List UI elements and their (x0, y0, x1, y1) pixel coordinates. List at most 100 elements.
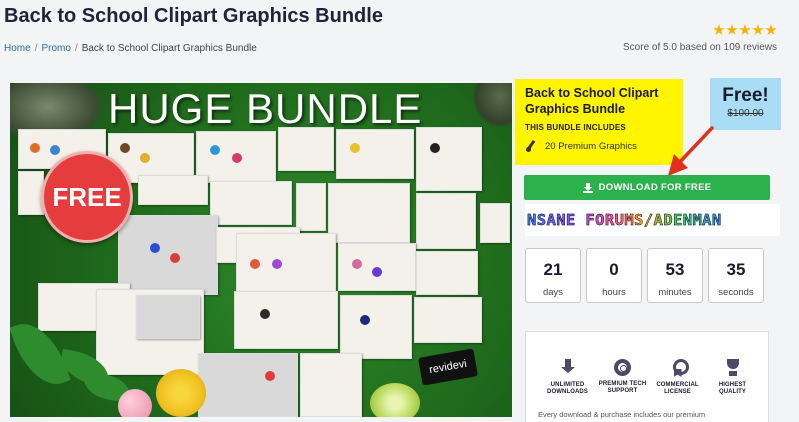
clipart-dot (50, 145, 60, 155)
star-rating (623, 24, 777, 36)
countdown-unit: seconds (718, 287, 754, 298)
preview-tile (300, 353, 362, 417)
bundle-includes-label: THIS BUNDLE INCLUDES (525, 123, 626, 132)
countdown-value: 53 (665, 260, 685, 279)
clipart-dot (372, 267, 382, 277)
bundle-count-text: 20 Premium Graphics (545, 140, 637, 152)
clipart-dot (210, 145, 220, 155)
license-ribbon-icon (669, 359, 689, 377)
lime-decoration (370, 383, 420, 417)
download-button-label: DOWNLOAD FOR FREE (598, 182, 712, 193)
countdown-value: 35 (726, 260, 746, 279)
preview-tile (480, 203, 510, 243)
features-panel: UNLIMITED DOWNLOADS PREMIUM TECH SUPPORT C… (525, 331, 769, 422)
preview-tile (414, 297, 482, 343)
countdown-unit: hours (602, 287, 626, 298)
clipart-dot (350, 143, 360, 153)
price-original: $100.00 (727, 108, 764, 119)
star-icon (752, 24, 764, 35)
preview-tile (234, 291, 338, 349)
pearl-decoration (118, 389, 152, 417)
clipart-dot (250, 259, 260, 269)
rating-summary: Score of 5.0 based on 109 reviews (623, 42, 777, 53)
preview-tile (336, 129, 414, 179)
feature-commercial-license: COMMERCIAL LICENSE (651, 359, 705, 396)
preview-tile (136, 295, 200, 339)
feature-label: SUPPORT (607, 388, 638, 394)
preview-tile (18, 171, 44, 215)
bundle-info-panel: Back to School Clipart Graphics Bundle T… (515, 79, 683, 165)
preview-tile (198, 353, 298, 417)
star-icon (713, 24, 725, 35)
breadcrumb-current: Back to School Clipart Graphics Bundle (81, 43, 257, 54)
hero-headline: HUGE BUNDLE (108, 85, 423, 132)
clipart-dot (430, 143, 440, 153)
feature-label: QUALITY (718, 389, 747, 395)
feature-label: DOWNLOADS (547, 389, 588, 395)
preview-tile (416, 251, 478, 295)
countdown-value: 21 (543, 260, 563, 279)
clipart-dot (260, 309, 270, 319)
clipart-dot (150, 243, 160, 253)
clipart-dot (170, 253, 180, 263)
preview-tile (296, 183, 326, 231)
feature-label: LICENSE (664, 389, 691, 395)
paintbrush-icon (525, 140, 539, 152)
download-icon (559, 359, 577, 377)
product-image[interactable]: HUGE BUNDLE FREE revidevi (10, 83, 512, 417)
countdown-minutes: 53 minutes (647, 248, 703, 303)
countdown-unit: minutes (658, 287, 692, 298)
watermark-banner: NSANE FORUMS/ADENMAN (525, 204, 780, 236)
feature-label: COMMERCIAL (656, 382, 699, 388)
page-title: Back to School Clipart Graphics Bundle (4, 5, 383, 27)
preview-tile (416, 193, 476, 249)
breadcrumb-home-link[interactable]: Home (4, 43, 31, 54)
star-icon (726, 24, 738, 35)
trophy-icon (724, 359, 742, 377)
rating: Score of 5.0 based on 109 reviews (623, 24, 777, 53)
preview-tile (118, 215, 218, 295)
preview-tile (210, 181, 292, 225)
feature-label: HIGHEST (718, 382, 747, 388)
feature-highest-quality: HIGHEST QUALITY (706, 359, 760, 396)
countdown-unit: days (542, 287, 564, 298)
countdown-seconds: 35 seconds (708, 248, 764, 303)
feature-label: UNLIMITED (550, 382, 585, 388)
flower-decoration (156, 369, 206, 417)
bundle-count: 20 Premium Graphics (525, 140, 673, 152)
preview-tile (416, 127, 482, 191)
clipart-dot (265, 371, 275, 381)
preview-tile (278, 127, 334, 171)
feature-unlimited-downloads: UNLIMITED DOWNLOADS (541, 359, 595, 396)
download-button[interactable]: DOWNLOAD FOR FREE (524, 175, 770, 200)
download-icon (582, 182, 593, 193)
clipart-dot (140, 153, 150, 163)
preview-tile (340, 295, 412, 359)
breadcrumb: Home / Promo / Back to School Clipart Graphi… (4, 43, 257, 54)
countdown-hours: 0 hours (586, 248, 642, 303)
lifebuoy-icon (614, 359, 631, 376)
price-current: Free! (722, 85, 769, 106)
countdown-timer: 21 days 0 hours 53 minutes 35 seconds (525, 248, 764, 303)
watermark-text: NSANE FORUMS/ADENMAN (527, 211, 722, 230)
clipart-dot (352, 259, 362, 269)
feature-label: PREMIUM TECH (598, 381, 647, 387)
breadcrumb-separator: / (34, 43, 38, 54)
feature-premium-support: PREMIUM TECH SUPPORT (596, 359, 650, 396)
clipart-dot (120, 143, 130, 153)
star-icon (739, 24, 751, 35)
bundle-title: Back to School Clipart Graphics Bundle (525, 86, 659, 116)
free-badge: FREE (41, 151, 133, 243)
tree-decoration (472, 83, 512, 128)
brand-logo: revidevi (417, 348, 479, 386)
breadcrumb-separator: / (74, 43, 78, 54)
price-box: Free! $100.00 (710, 78, 781, 130)
preview-tile (328, 183, 410, 243)
preview-tile (138, 175, 208, 205)
clipart-dot (232, 153, 242, 163)
clipart-dot (272, 259, 282, 269)
breadcrumb-promo-link[interactable]: Promo (41, 43, 70, 54)
countdown-value: 0 (609, 260, 619, 279)
star-icon (765, 24, 777, 35)
clipart-dot (360, 315, 370, 325)
